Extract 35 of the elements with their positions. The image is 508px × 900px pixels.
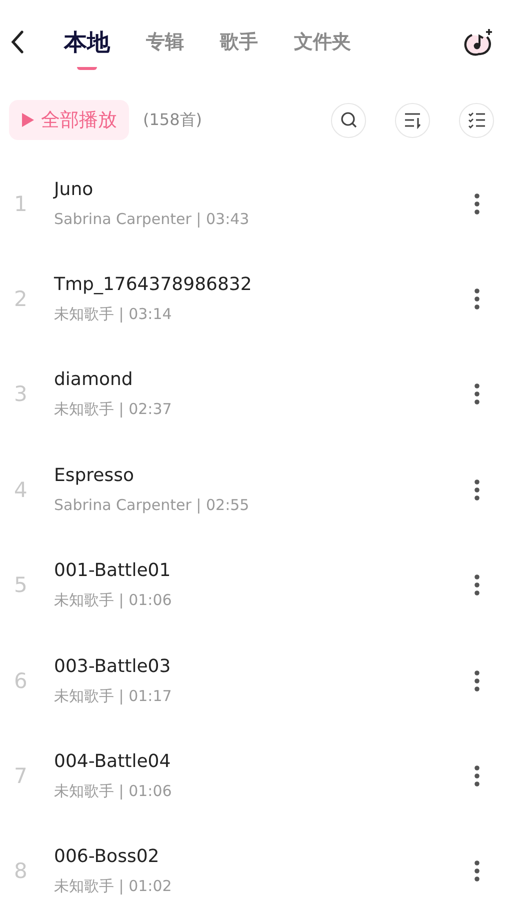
song-artist-duration: 未知歌手 | 01:17 xyxy=(54,686,173,706)
song-title[interactable]: 001-Battle01 xyxy=(54,560,474,582)
song-artist-duration: Sabrina Carpenter | 03:43 xyxy=(54,210,250,228)
more-icon[interactable] xyxy=(474,288,480,310)
song-title[interactable]: Espresso xyxy=(54,465,474,486)
song-count: (158首) xyxy=(143,110,202,130)
checklist-icon xyxy=(468,111,486,129)
search-button[interactable] xyxy=(331,102,366,138)
back-icon[interactable] xyxy=(10,30,24,54)
song-title[interactable]: Juno xyxy=(54,179,474,200)
song-title[interactable]: 003-Battle03 xyxy=(54,656,474,677)
music-note-icon[interactable] xyxy=(464,27,494,57)
multi-select-button[interactable] xyxy=(459,102,494,138)
song-artist-duration: 未知歌手 | 01:02 xyxy=(54,877,173,896)
sort-icon xyxy=(404,111,422,129)
play-icon xyxy=(21,112,35,128)
more-icon[interactable] xyxy=(474,670,480,692)
song-artist-duration: Sabrina Carpenter | 02:55 xyxy=(54,496,250,514)
song-artist-duration: 未知歌手 | 01:06 xyxy=(54,782,173,802)
more-icon[interactable] xyxy=(474,860,480,882)
song-artist-duration: 未知歌手 | 02:37 xyxy=(54,400,173,420)
search-icon xyxy=(340,111,358,129)
more-icon[interactable] xyxy=(474,574,480,596)
tab[interactable]: 本地 xyxy=(64,12,110,72)
song-title[interactable]: 006-Boss02 xyxy=(54,846,474,868)
song-title[interactable]: diamond xyxy=(54,369,474,390)
song-title[interactable]: Tmp_1764378986832 xyxy=(54,274,474,296)
song-title[interactable]: 004-Battle04 xyxy=(54,751,474,772)
more-icon[interactable] xyxy=(474,765,480,788)
more-icon[interactable] xyxy=(474,192,480,215)
song-artist-duration: 未知歌手 | 01:06 xyxy=(54,591,173,610)
song-artist-duration: 未知歌手 | 03:14 xyxy=(54,305,173,324)
more-icon[interactable] xyxy=(474,478,480,501)
more-icon[interactable] xyxy=(474,383,480,406)
sort-button[interactable] xyxy=(395,102,430,138)
